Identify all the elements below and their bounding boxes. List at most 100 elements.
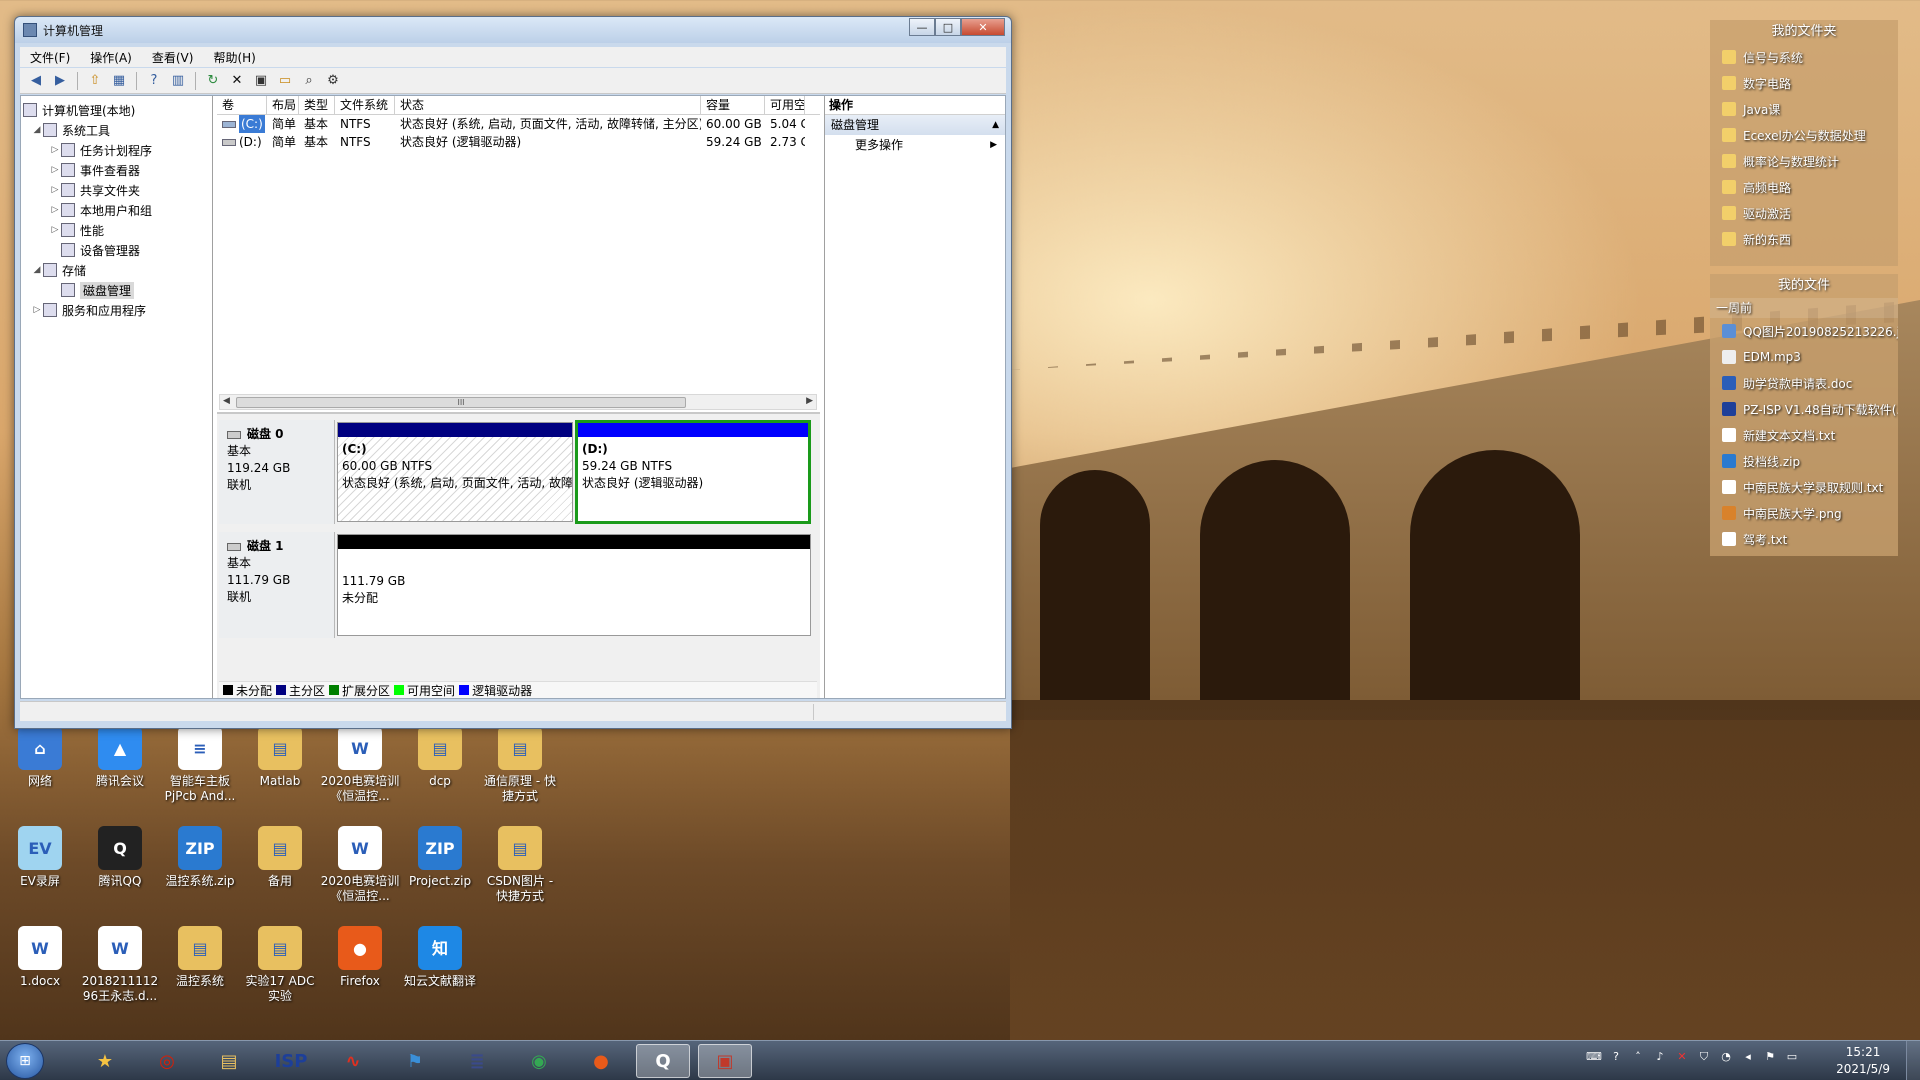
start-button[interactable]: ⊞ [6, 1043, 44, 1079]
show-hide-action-pane-icon[interactable]: ▥ [168, 71, 188, 91]
clock[interactable]: 15:21 2021/5/9 [1836, 1044, 1890, 1078]
desktop-icon[interactable]: W 1.docx [0, 926, 80, 989]
back-icon[interactable]: ◀ [26, 71, 46, 91]
fence-folder-item[interactable]: 数字电路 [1710, 70, 1898, 96]
network-icon[interactable]: ▭ [1784, 1049, 1800, 1065]
column-header-type[interactable]: 类型 [299, 96, 335, 114]
fence-folder-item[interactable]: 概率论与数理统计 [1710, 148, 1898, 174]
taskbar-firefox-button[interactable]: ● [574, 1044, 628, 1078]
tree-item-disk-management[interactable]: 磁盘管理 [21, 280, 212, 300]
fence-file-item[interactable]: QQ图片20190825213226.jpg [1710, 318, 1898, 344]
collapsed-arrow-icon[interactable]: ▷ [49, 205, 61, 215]
tree-item-root[interactable]: 计算机管理(本地) [21, 100, 212, 120]
help-icon[interactable]: ? [144, 71, 164, 91]
fence-file-item[interactable]: EDM.mp3 [1710, 344, 1898, 370]
partition-d[interactable]: (D:) 59.24 GB NTFS 状态良好 (逻辑驱动器) [575, 420, 811, 524]
antivirus-icon[interactable]: ✕ [1674, 1049, 1690, 1065]
fence-folder-item[interactable]: Ecexel办公与数据处理 [1710, 122, 1898, 148]
fence-file-item[interactable]: 新建文本文档.txt [1710, 422, 1898, 448]
fence-file-item[interactable]: 中南民族大学录取规则.txt [1710, 474, 1898, 500]
fence-folder-item[interactable]: 驱动激活 [1710, 200, 1898, 226]
unallocated-space[interactable]: 111.79 GB 未分配 [337, 534, 811, 636]
tree-item-device-manager[interactable]: 设备管理器 [21, 240, 212, 260]
disk-1-info[interactable]: 磁盘 1 基本 111.79 GB 联机 [219, 532, 335, 638]
taskbar-file-explorer-button[interactable]: ▤ [202, 1044, 256, 1078]
taskbar-computer-management-button[interactable]: ▣ [698, 1044, 752, 1078]
show-hide-tree-icon[interactable]: ▦ [109, 71, 129, 91]
desktop-icon[interactable]: ▲ 腾讯会议 [80, 726, 160, 789]
desktop-icon[interactable]: W 2020电赛培训《恒温控... [320, 826, 400, 904]
minimize-button[interactable]: — [909, 18, 935, 36]
show-desktop-button[interactable] [1906, 1041, 1920, 1080]
qq-tray-icon[interactable]: ◔ [1718, 1049, 1734, 1065]
fence-file-item[interactable]: 助学贷款申请表.doc [1710, 370, 1898, 396]
fence-file-item[interactable]: 驾考.txt [1710, 526, 1898, 552]
scroll-left-icon[interactable]: ◀ [223, 396, 230, 406]
collapse-up-icon[interactable]: ▲ [992, 115, 999, 135]
fence-file-item[interactable]: 中南民族大学.png [1710, 500, 1898, 526]
shield-icon[interactable]: ⛉ [1696, 1049, 1712, 1065]
delete-icon[interactable]: ✕ [227, 71, 247, 91]
taskbar-chrome-button[interactable]: ◉ [512, 1044, 566, 1078]
taskbar-isp-tool-button[interactable]: ISP [264, 1044, 318, 1078]
tree-item-system-tools[interactable]: ◢ 系统工具 [21, 120, 212, 140]
column-header-filesystem[interactable]: 文件系统 [335, 96, 395, 114]
column-header-layout[interactable]: 布局 [267, 96, 299, 114]
tree-item-local-users[interactable]: ▷ 本地用户和组 [21, 200, 212, 220]
expand-tray-icon[interactable]: ˄ [1630, 1049, 1646, 1065]
desktop-icon[interactable]: ⌂ 网络 [0, 726, 80, 789]
title-bar[interactable]: 计算机管理 — □ ✕ [15, 17, 1011, 43]
fence-folder-item[interactable]: 高频电路 [1710, 174, 1898, 200]
menu-help[interactable]: 帮助(H) [203, 49, 265, 66]
search-icon[interactable]: ⌕ [299, 71, 319, 91]
desktop-icon[interactable]: ● Firefox [320, 926, 400, 989]
collapsed-arrow-icon[interactable]: ▷ [49, 165, 61, 175]
desktop-icon[interactable]: Q 腾讯QQ [80, 826, 160, 889]
desktop-icon[interactable]: ▤ Matlab [240, 726, 320, 789]
expanded-arrow-icon[interactable]: ◢ [31, 265, 43, 275]
tree-item-services[interactable]: ▷ 服务和应用程序 [21, 300, 212, 320]
maximize-button[interactable]: □ [935, 18, 961, 36]
forward-icon[interactable]: ▶ [50, 71, 70, 91]
taskbar-qq-button[interactable]: Q [636, 1044, 690, 1078]
help-tray-icon[interactable]: ? [1608, 1049, 1624, 1065]
desktop-icon[interactable]: EV EV录屏 [0, 826, 80, 889]
more-actions-item[interactable]: 更多操作 ▶ [825, 135, 1005, 155]
fence-folder-item[interactable]: 信号与系统 [1710, 44, 1898, 70]
desktop-icon[interactable]: ▤ CSDN图片 - 快捷方式 [480, 826, 560, 904]
tree-item-event-viewer[interactable]: ▷ 事件查看器 [21, 160, 212, 180]
taskbar-star-app-button[interactable]: ★ [78, 1044, 132, 1078]
volume-icon[interactable]: ♪ [1652, 1049, 1668, 1065]
speaker-icon[interactable]: ◂ [1740, 1049, 1756, 1065]
taskbar-waveform-app-button[interactable]: ∿ [326, 1044, 380, 1078]
column-header-status[interactable]: 状态 [395, 96, 701, 114]
close-button[interactable]: ✕ [961, 18, 1005, 36]
keyboard-icon[interactable]: ⌨ [1586, 1049, 1602, 1065]
menu-view[interactable]: 查看(V) [142, 49, 204, 66]
taskbar-netease-music-button[interactable]: ◎ [140, 1044, 194, 1078]
scroll-right-icon[interactable]: ▶ [806, 396, 813, 406]
collapsed-arrow-icon[interactable]: ▷ [49, 185, 61, 195]
fence-folder-item[interactable]: 新的东西 [1710, 226, 1898, 252]
horizontal-scrollbar[interactable]: ◀ III ▶ [219, 394, 817, 410]
tree-item-storage[interactable]: ◢ 存储 [21, 260, 212, 280]
menu-action[interactable]: 操作(A) [80, 49, 142, 66]
desktop-icon[interactable]: ▤ 温控系统 [160, 926, 240, 989]
desktop-icon[interactable]: ZIP Project.zip [400, 826, 480, 889]
desktop-icon[interactable]: ≡ 智能车主板PjPcb And... [160, 726, 240, 804]
table-row[interactable]: (C:) 简单 基本 NTFS 状态良好 (系统, 启动, 页面文件, 活动, … [217, 115, 820, 133]
desktop-icon[interactable]: ▤ 通信原理 - 快捷方式 [480, 726, 560, 804]
collapsed-arrow-icon[interactable]: ▷ [49, 225, 61, 235]
collapsed-arrow-icon[interactable]: ▷ [49, 145, 61, 155]
desktop-icon[interactable]: ▤ dcp [400, 726, 480, 789]
table-row[interactable]: (D:) 简单 基本 NTFS 状态良好 (逻辑驱动器) 59.24 GB 2.… [217, 133, 820, 151]
column-header-volume[interactable]: 卷 [217, 96, 267, 114]
fence-file-item[interactable]: 投档线.zip [1710, 448, 1898, 474]
taskbar-keil-app-button[interactable]: ≣ [450, 1044, 504, 1078]
partition-c[interactable]: (C:) 60.00 GB NTFS 状态良好 (系统, 启动, 页面文件, 活… [337, 422, 573, 522]
desktop-icon[interactable]: W 2020电赛培训《恒温控... [320, 726, 400, 804]
taskbar-bird-app-button[interactable]: ⚑ [388, 1044, 442, 1078]
settings-icon[interactable]: ⚙ [323, 71, 343, 91]
action-center-flag-icon[interactable]: ⚑ [1762, 1049, 1778, 1065]
up-folder-icon[interactable]: ⇧ [85, 71, 105, 91]
